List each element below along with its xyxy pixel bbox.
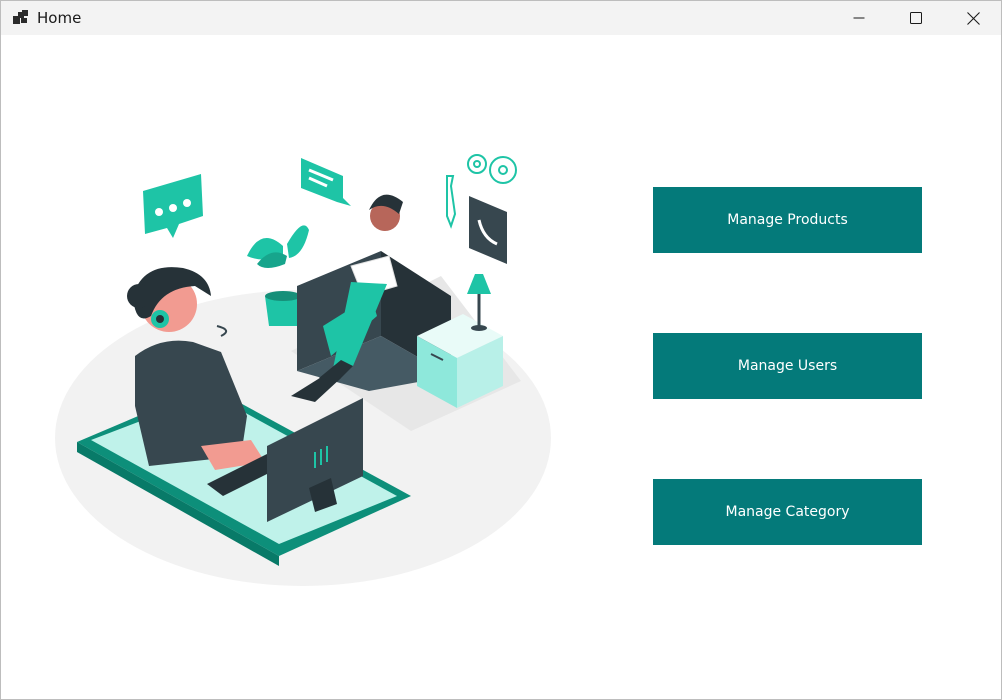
window-title: Home	[37, 9, 82, 27]
app-icon	[13, 10, 28, 24]
maximize-icon	[910, 12, 922, 24]
manage-users-button[interactable]: Manage Users	[653, 333, 922, 399]
wrench-icon	[446, 175, 457, 229]
close-icon	[966, 11, 980, 25]
minimize-icon	[853, 17, 865, 19]
title-bar[interactable]: Home	[1, 1, 1001, 35]
maximize-button[interactable]	[887, 1, 945, 35]
manage-category-button[interactable]: Manage Category	[653, 479, 922, 545]
chat-bubble-icon	[143, 174, 203, 238]
home-window: Home Manage Products Manage Users Manage…	[0, 0, 1002, 700]
phone-icon	[469, 196, 507, 264]
customer-support-illustration	[55, 154, 551, 586]
message-icon	[301, 158, 351, 206]
gear-icon	[467, 154, 517, 184]
minimize-button[interactable]	[830, 1, 888, 35]
manage-products-button[interactable]: Manage Products	[653, 187, 922, 253]
close-button[interactable]	[944, 1, 1002, 35]
